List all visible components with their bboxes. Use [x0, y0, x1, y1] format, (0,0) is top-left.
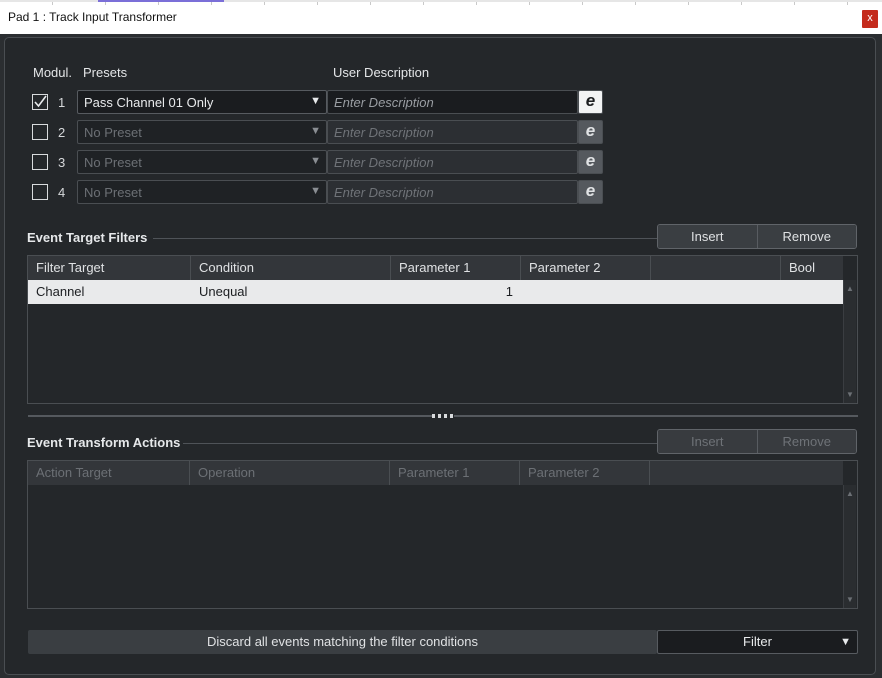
splitter-grip-icon[interactable] [432, 414, 454, 418]
actions-section-title: Event Transform Actions [27, 435, 181, 450]
preset-value-1: Pass Channel 01 Only [84, 95, 214, 110]
actions-col-operation[interactable]: Operation [190, 461, 390, 485]
filters-col-filter-target[interactable]: Filter Target [28, 256, 191, 280]
filters-col-condition[interactable]: Condition [191, 256, 391, 280]
actions-col-parameter-1[interactable]: Parameter 1 [390, 461, 520, 485]
dropdown-arrow-icon: ▼ [310, 95, 321, 107]
function-mode-select[interactable]: Filter ▼ [657, 630, 858, 654]
module-checkbox-1[interactable] [32, 94, 48, 110]
checkmark-icon [34, 95, 47, 108]
bool-cell[interactable] [781, 280, 819, 304]
edit-description-icon-3[interactable]: e [578, 150, 603, 174]
preset-select-3[interactable]: No Preset ▼ [77, 150, 327, 174]
description-input-1[interactable]: Enter Description [327, 90, 578, 114]
actions-col-blank[interactable] [650, 461, 843, 485]
main-panel: Modul. Presets User Description 1 Pass C… [4, 37, 876, 675]
actions-remove-button[interactable]: Remove [756, 430, 856, 453]
scroll-up-icon[interactable]: ▲ [844, 284, 856, 293]
condition-cell[interactable]: Unequal [191, 280, 391, 304]
actions-col-action-target[interactable]: Action Target [28, 461, 190, 485]
table-row[interactable]: Channel Unequal 1 [28, 280, 843, 304]
actions-scrollbar[interactable]: ▲ ▼ [843, 485, 856, 608]
filters-insert-button[interactable]: Insert [658, 225, 757, 248]
function-mode-value: Filter [743, 634, 772, 649]
description-input-3[interactable]: Enter Description [327, 150, 578, 174]
description-input-4[interactable]: Enter Description [327, 180, 578, 204]
filters-col-blank[interactable] [651, 256, 781, 280]
title-bar-accent [98, 0, 224, 2]
filters-col-bool[interactable]: Bool [781, 256, 819, 280]
edit-description-icon-1[interactable]: e [578, 90, 603, 114]
module-number-2: 2 [58, 125, 66, 140]
dropdown-arrow-icon: ▼ [310, 155, 321, 167]
actions-section-rule [183, 443, 657, 444]
filters-section-title: Event Target Filters [27, 230, 148, 245]
preset-value-4: No Preset [84, 185, 142, 200]
parameter-1-cell[interactable]: 1 [391, 280, 521, 304]
preset-value-3: No Preset [84, 155, 142, 170]
scroll-down-icon[interactable]: ▼ [844, 595, 856, 604]
edit-description-icon-2[interactable]: e [578, 120, 603, 144]
filters-col-parameter-1[interactable]: Parameter 1 [391, 256, 521, 280]
dropdown-arrow-icon: ▼ [840, 636, 851, 648]
header-module: Modul. [33, 65, 73, 80]
module-checkbox-2[interactable] [32, 124, 48, 140]
preset-value-2: No Preset [84, 125, 142, 140]
filters-table: Filter Target Condition Parameter 1 Para… [27, 255, 858, 404]
description-input-2[interactable]: Enter Description [327, 120, 578, 144]
header-user-description: User Description [333, 65, 430, 80]
scroll-up-icon[interactable]: ▲ [844, 489, 856, 498]
filters-col-parameter-2[interactable]: Parameter 2 [521, 256, 651, 280]
title-bar-ticks [0, 2, 882, 5]
title-bar: Pad 1 : Track Input Transformer x [0, 0, 882, 34]
header-presets: Presets [83, 65, 128, 80]
parameter-2-cell[interactable] [521, 280, 651, 304]
edit-description-icon-4[interactable]: e [578, 180, 603, 204]
close-button[interactable]: x [862, 10, 878, 28]
filters-table-header: Filter Target Condition Parameter 1 Para… [28, 256, 843, 280]
filter-target-cell[interactable]: Channel [28, 280, 191, 304]
actions-col-parameter-2[interactable]: Parameter 2 [520, 461, 650, 485]
preset-select-1[interactable]: Pass Channel 01 Only ▼ [77, 90, 327, 114]
preset-select-2[interactable]: No Preset ▼ [77, 120, 327, 144]
dropdown-arrow-icon: ▼ [310, 125, 321, 137]
actions-button-group: Insert Remove [657, 429, 857, 454]
scroll-down-icon[interactable]: ▼ [844, 390, 856, 399]
module-checkbox-3[interactable] [32, 154, 48, 170]
filters-remove-button[interactable]: Remove [756, 225, 856, 248]
actions-table-header: Action Target Operation Parameter 1 Para… [28, 461, 843, 485]
module-number-3: 3 [58, 155, 66, 170]
blank-cell[interactable] [651, 280, 781, 304]
module-number-4: 4 [58, 185, 66, 200]
filters-scrollbar[interactable]: ▲ ▼ [843, 280, 856, 403]
filters-button-group: Insert Remove [657, 224, 857, 249]
preset-select-4[interactable]: No Preset ▼ [77, 180, 327, 204]
filters-section-rule [153, 238, 657, 239]
actions-insert-button[interactable]: Insert [658, 430, 757, 453]
module-checkbox-4[interactable] [32, 184, 48, 200]
window-title: Pad 1 : Track Input Transformer [8, 10, 177, 24]
actions-table: Action Target Operation Parameter 1 Para… [27, 460, 858, 609]
module-number-1: 1 [58, 95, 66, 110]
function-description: Discard all events matching the filter c… [28, 630, 657, 654]
dropdown-arrow-icon: ▼ [310, 185, 321, 197]
